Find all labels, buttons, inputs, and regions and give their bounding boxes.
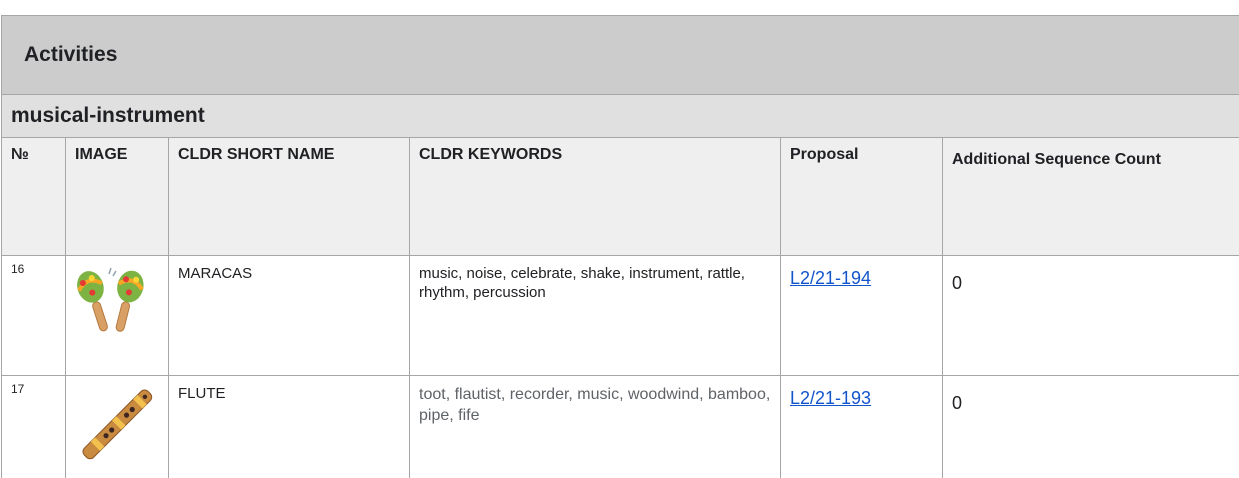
column-header-sequence-count: Additional Sequence Count bbox=[941, 137, 1239, 256]
row-short-name: MARACAS bbox=[168, 255, 410, 376]
subsection-header-row: musical-instrument bbox=[0, 94, 1239, 138]
column-header-row: № IMAGE CLDR SHORT NAME CLDR KEYWORDS Pr… bbox=[1, 137, 1239, 256]
column-header-proposal: Proposal bbox=[780, 137, 943, 256]
row-image-cell bbox=[65, 375, 169, 478]
column-header-image: IMAGE bbox=[65, 137, 169, 256]
emoji-table-page: Activities musical-instrument № IMAGE CL… bbox=[0, 0, 1239, 478]
row-proposal-cell: L2/21-193 bbox=[780, 375, 943, 478]
row-keywords: music, noise, celebrate, shake, instrume… bbox=[409, 255, 781, 376]
row-image-cell bbox=[65, 255, 169, 376]
row-short-name: FLUTE bbox=[168, 375, 410, 478]
table-row: 17 FLUTE toot, flautist, recorder, music… bbox=[1, 375, 1239, 478]
row-sequence-count: 0 bbox=[941, 255, 1239, 376]
emoji-table: Activities musical-instrument № IMAGE CL… bbox=[0, 15, 1239, 478]
subsection-title: musical-instrument bbox=[0, 94, 1239, 138]
section-header-row: Activities bbox=[0, 15, 1239, 95]
flute-icon bbox=[82, 389, 153, 460]
maracas-icon bbox=[77, 267, 144, 332]
row-number: 16 bbox=[1, 255, 66, 376]
table-row: 16 MARACAS music, noise, celebrate, shak… bbox=[1, 255, 1239, 376]
section-title: Activities bbox=[0, 15, 1239, 95]
row-proposal-cell: L2/21-194 bbox=[780, 255, 943, 376]
row-sequence-count: 0 bbox=[941, 375, 1239, 478]
column-header-keywords: CLDR KEYWORDS bbox=[409, 137, 781, 256]
proposal-link[interactable]: L2/21-193 bbox=[790, 389, 871, 408]
column-header-short-name: CLDR SHORT NAME bbox=[168, 137, 410, 256]
row-number: 17 bbox=[1, 375, 66, 478]
column-header-number: № bbox=[1, 137, 66, 256]
row-keywords: toot, flautist, recorder, music, woodwin… bbox=[409, 375, 781, 478]
proposal-link[interactable]: L2/21-194 bbox=[790, 269, 871, 288]
